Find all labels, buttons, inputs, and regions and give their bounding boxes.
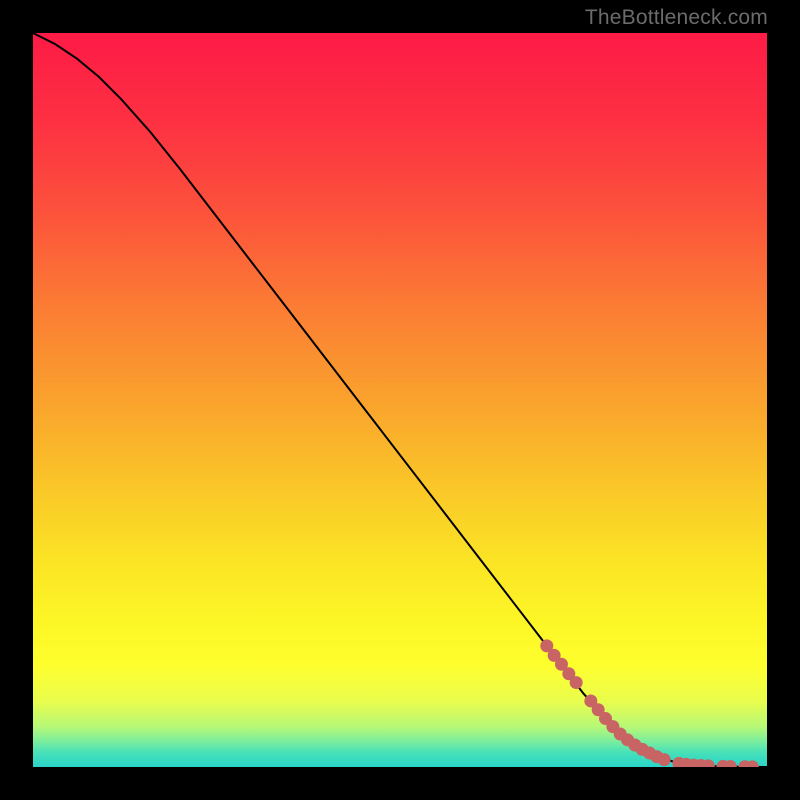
chart-curve xyxy=(33,33,767,767)
data-point xyxy=(658,754,670,766)
chart-markers xyxy=(541,640,759,767)
chart-frame: TheBottleneck.com xyxy=(0,0,800,800)
chart-overlay xyxy=(33,33,767,767)
plot-area xyxy=(33,33,767,767)
watermark-text: TheBottleneck.com xyxy=(585,6,768,30)
data-point xyxy=(702,760,714,767)
data-point xyxy=(570,677,582,689)
